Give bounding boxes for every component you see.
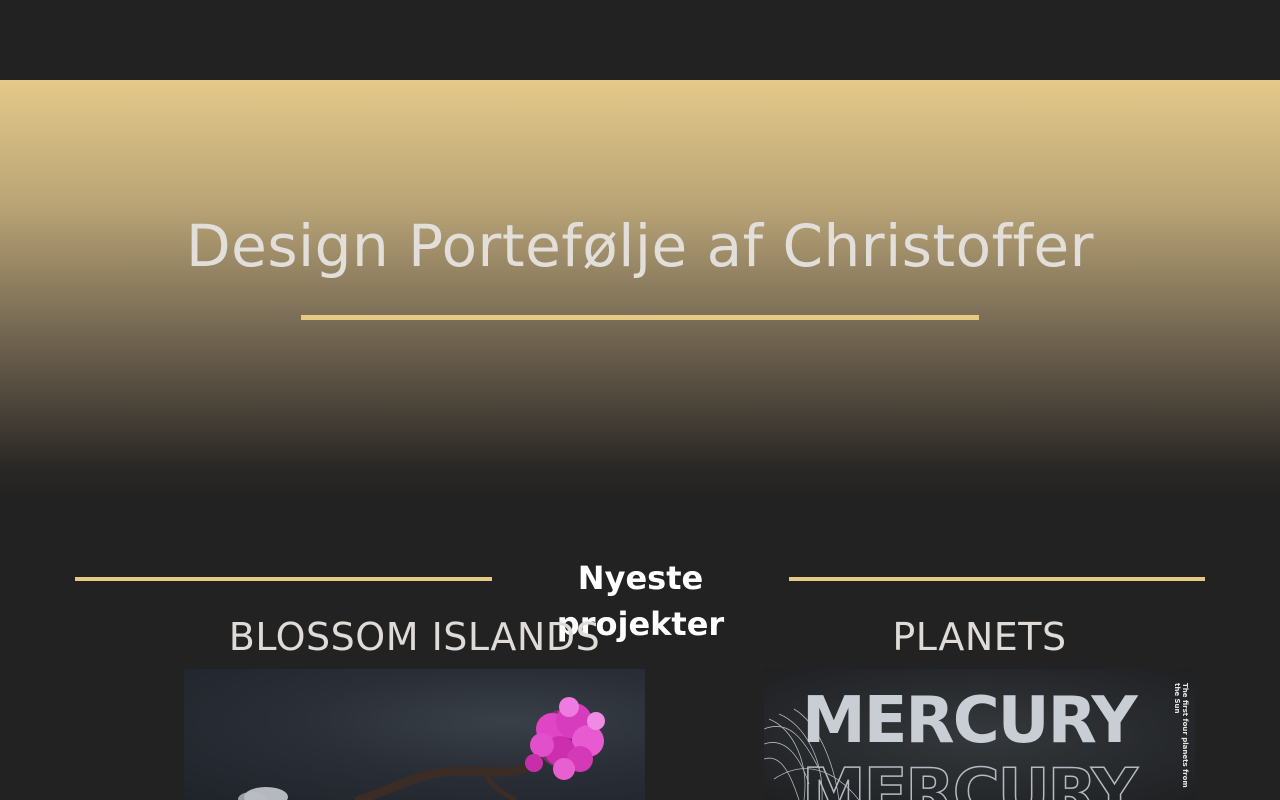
poster-headline: MERCURY (802, 684, 1138, 758)
blossom-islands-thumbnail[interactable] (184, 669, 645, 800)
heading-divider-left (75, 577, 492, 581)
latest-projects-heading: Nyeste projekter (75, 555, 1205, 643)
blossom-tree-illustration (238, 697, 605, 800)
page-title: Design Portefølje af Christoffer (185, 212, 1095, 280)
poster-headline-outline: MERCURY (801, 756, 1138, 800)
planets-thumbnail[interactable]: MERCURY MERCURY The first four planets f… (764, 669, 1195, 800)
title-underline (301, 315, 979, 320)
heading-divider-right (789, 577, 1205, 581)
project-title-planets[interactable]: PLANETS (764, 614, 1195, 660)
hero-banner: Design Portefølje af Christoffer (0, 80, 1280, 500)
poster-side-caption: The first four planets from the Sun (1173, 683, 1189, 788)
project-title-blossom-islands[interactable]: BLOSSOM ISLANDS (184, 614, 645, 660)
top-navigation-bar (0, 0, 1280, 80)
